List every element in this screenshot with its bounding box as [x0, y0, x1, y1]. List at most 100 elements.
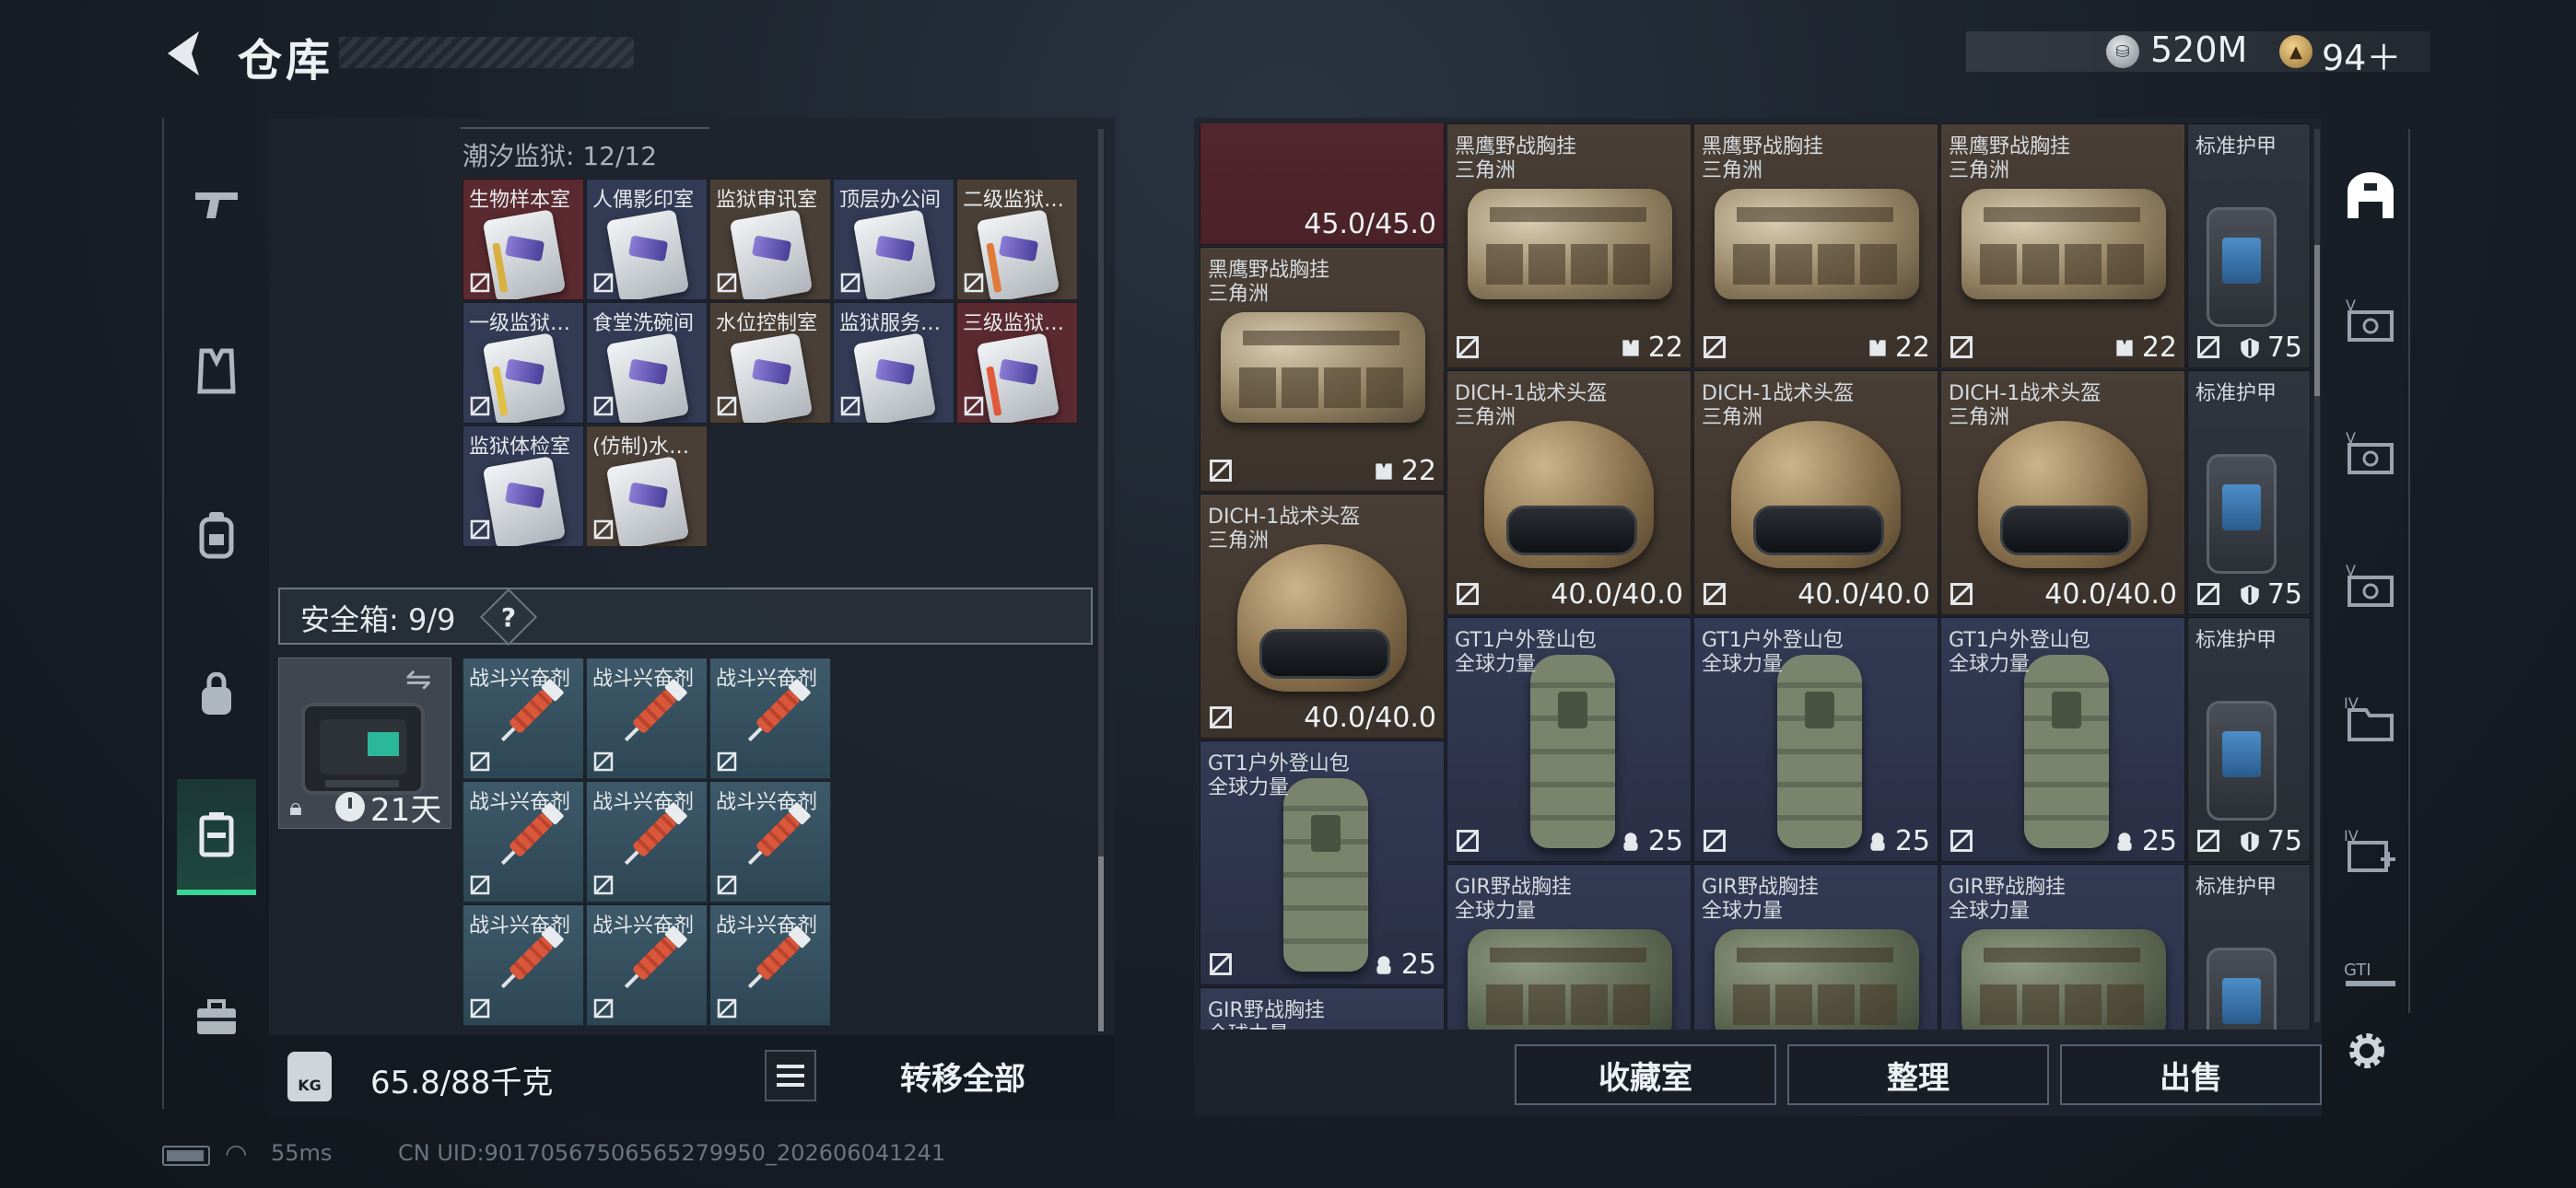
sort-button[interactable]: 整理	[1787, 1044, 2049, 1105]
item-stat-value: 25	[1894, 825, 1930, 857]
item-stat: 75	[2238, 332, 2302, 364]
storage-item-slot[interactable]: GT1户外登山包 全球力量 25	[1446, 617, 1692, 862]
key-card-slot[interactable]: 监狱体检室	[463, 425, 584, 547]
svg-text:GTI: GTI	[2344, 961, 2371, 980]
storage-item-slot[interactable]: 标准护甲 75	[2187, 370, 2311, 615]
vest-icon	[197, 348, 236, 394]
key-card-slot[interactable]: 食堂洗碗间	[586, 302, 708, 424]
tab-storage-home[interactable]	[2338, 164, 2403, 228]
key-card-name: 三级监狱…	[963, 312, 1065, 335]
tab-gt1-icon: GTI	[2344, 961, 2395, 986]
storage-item-slot[interactable]: 标准护甲	[2187, 864, 2311, 1030]
key-card-slot[interactable]: 水位控制室	[709, 302, 831, 424]
key-card-image	[482, 209, 567, 299]
pack-capacity-icon	[2117, 832, 2132, 851]
stim-slot[interactable]: 战斗兴奋剂	[463, 781, 584, 903]
stim-slot[interactable]: 战斗兴奋剂	[586, 904, 708, 1026]
storage-item-slot[interactable]: GIR野战胸挂全球力量	[1200, 987, 1445, 1030]
storage-item-slot[interactable]: GIR野战胸挂全球力量	[1446, 864, 1692, 1030]
sell-button[interactable]: 出售	[2060, 1044, 2322, 1105]
key-card-image	[605, 456, 690, 546]
item-stat-value: 75	[2266, 825, 2302, 857]
storage-item-slot[interactable]: DICH-1战术头盔 三角洲 40.0/40.0	[1940, 370, 2185, 615]
stim-slot[interactable]: 战斗兴奋剂	[463, 658, 584, 779]
tab-gt1[interactable]: GTI	[2338, 943, 2403, 1007]
key-card-slot[interactable]: 三级监狱…	[956, 302, 1078, 424]
item-stat: 25	[1866, 825, 1930, 857]
list-view-button[interactable]	[765, 1050, 816, 1101]
key-card-slot[interactable]: 监狱审讯室	[709, 179, 831, 300]
no-transfer-icon	[1210, 953, 1232, 975]
stim-slot[interactable]: 战斗兴奋剂	[709, 904, 831, 1026]
stim-name: 战斗兴奋剂	[716, 914, 818, 938]
stim-slot[interactable]: 战斗兴奋剂	[586, 658, 708, 779]
bag-icon	[202, 672, 231, 715]
key-card-name: 水位控制室	[716, 312, 818, 335]
storage-item-slot[interactable]: GIR野战胸挂全球力量	[1693, 864, 1938, 1030]
tab-v3[interactable]: V	[2338, 553, 2403, 617]
key-card-slot[interactable]: (仿制)水…	[586, 425, 708, 547]
no-transfer-icon	[593, 751, 614, 772]
key-card-slot[interactable]: 监狱服务…	[833, 302, 954, 424]
left-scrollbar-thumb[interactable]	[1098, 856, 1104, 1031]
collection-room-button[interactable]: 收藏室	[1515, 1044, 1776, 1105]
gvest-image	[1468, 929, 1672, 1030]
key-card-slot[interactable]: 顶层办公间	[833, 179, 954, 300]
nav-item-vest[interactable]	[177, 320, 256, 422]
tab-iv2[interactable]: IV	[2338, 818, 2403, 882]
stim-slot[interactable]: 战斗兴奋剂	[709, 658, 831, 779]
item-stat-value: 25	[2141, 825, 2177, 857]
nav-item-safe-case[interactable]	[177, 779, 256, 895]
storage-item-slot[interactable]: 标准护甲 75	[2187, 617, 2311, 862]
key-card-slot[interactable]: 人偶影印室	[586, 179, 708, 300]
title-decoration	[339, 37, 634, 68]
pack-image	[2024, 655, 2109, 848]
stim-slot[interactable]: 战斗兴奋剂	[709, 781, 831, 903]
tab-v2[interactable]: V	[2338, 420, 2403, 484]
transfer-all-button[interactable]: 转移全部	[829, 1044, 1096, 1107]
back-button[interactable]	[157, 26, 221, 81]
shield-icon	[2241, 831, 2259, 852]
key-card-image	[482, 332, 567, 423]
nav-item-weapon[interactable]	[177, 155, 256, 256]
stim-name: 战斗兴奋剂	[592, 668, 695, 691]
key-card-slot[interactable]: 生物样本室	[463, 179, 584, 300]
key-card-slot[interactable]: 一级监狱…	[463, 302, 584, 424]
storage-item-slot[interactable]: GT1户外登山包 全球力量 25	[1940, 617, 2185, 862]
storage-item-slot[interactable]: GIR野战胸挂全球力量	[1940, 864, 2185, 1030]
stim-slot[interactable]: 战斗兴奋剂	[586, 781, 708, 903]
key-card-slot[interactable]: 二级监狱…	[956, 179, 1078, 300]
nav-item-bag[interactable]	[177, 645, 256, 746]
storage-item-slot[interactable]: DICH-1战术头盔 三角洲 40.0/40.0	[1446, 370, 1692, 615]
storage-item-slot[interactable]: 黑鹰野战胸挂 三角洲 22	[1446, 123, 1692, 368]
item-stat: 22	[1866, 332, 1930, 364]
stim-slot[interactable]: 战斗兴奋剂	[463, 904, 584, 1026]
item-name: 标准护甲	[2195, 382, 2277, 405]
no-transfer-icon	[1457, 583, 1479, 605]
settings-button[interactable]	[2340, 1024, 2394, 1077]
no-transfer-icon	[964, 273, 984, 293]
divider	[461, 127, 709, 129]
storage-scrollbar-thumb[interactable]	[2314, 245, 2320, 396]
tab-v1[interactable]: V	[2338, 287, 2403, 352]
item-stat: 40.0/40.0	[1551, 578, 1683, 611]
no-transfer-icon	[593, 396, 614, 416]
storage-item-slot[interactable]: GT1户外登山包 全球力量 25	[1693, 617, 1938, 862]
nav-item-toolbox[interactable]	[177, 967, 256, 1068]
swap-icon[interactable]: ⇋	[405, 661, 432, 698]
item-brand: 三角洲	[1208, 530, 1270, 553]
item-brand: 全球力量	[1455, 653, 1537, 676]
storage-item-slot[interactable]: 黑鹰野战胸挂 三角洲 22	[1940, 123, 2185, 368]
storage-item-slot[interactable]: DICH-1战术头盔 三角洲 40.0/40.0	[1693, 370, 1938, 615]
storage-item-slot[interactable]: DICH-1战术头盔 三角洲 40.0/40.0	[1200, 494, 1445, 739]
storage-item-slot[interactable]: 黑鹰野战胸挂 三角洲 22	[1200, 247, 1445, 492]
storage-item-slot[interactable]: 45.0/45.0	[1200, 123, 1445, 245]
nav-item-backpack[interactable]	[177, 484, 256, 586]
help-icon[interactable]: ?	[488, 597, 529, 637]
tab-iv1[interactable]: IV	[2338, 685, 2403, 750]
storage-item-slot[interactable]: 黑鹰野战胸挂 三角洲 22	[1693, 123, 1938, 368]
gold-amount[interactable]: 94＋	[2322, 29, 2401, 80]
key-card-image	[729, 332, 814, 423]
storage-item-slot[interactable]: 标准护甲 75	[2187, 123, 2311, 368]
storage-item-slot[interactable]: GT1户外登山包 全球力量 25	[1200, 740, 1445, 985]
